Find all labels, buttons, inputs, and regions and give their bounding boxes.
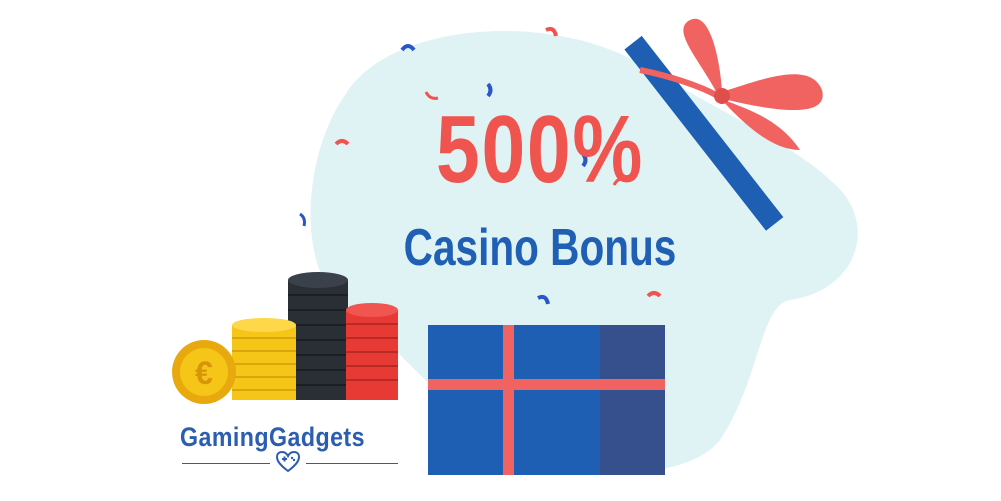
red-chip-stack-icon: [346, 303, 398, 400]
gold-coin-stack-icon: [232, 318, 296, 400]
bonus-percent-heading: 500%: [436, 96, 644, 203]
logo-text: GamingGadgets: [180, 422, 365, 452]
heart-gamepad-icon: [276, 451, 300, 473]
black-chip-stack-icon: [288, 272, 348, 400]
euro-coin-icon: €: [172, 340, 236, 404]
gift-box-icon: [428, 325, 665, 475]
svg-text:€: €: [195, 355, 213, 391]
bonus-label-heading: Casino Bonus: [403, 219, 677, 277]
brand-logo[interactable]: GamingGadgets: [180, 422, 400, 473]
